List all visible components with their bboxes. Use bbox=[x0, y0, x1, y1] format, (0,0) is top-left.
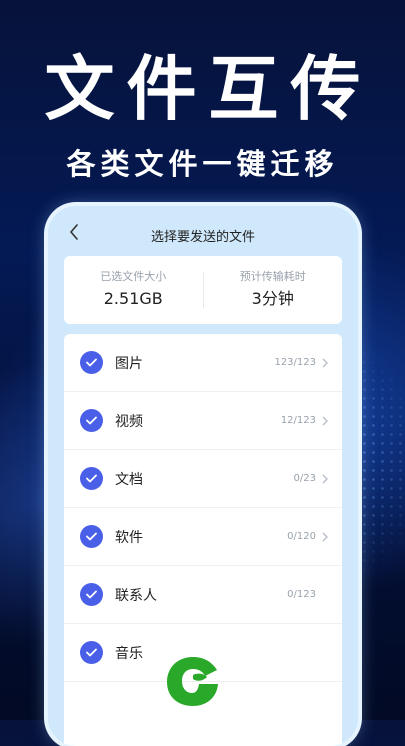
eta-value: 3分钟 bbox=[251, 289, 294, 308]
selected-size-label: 已选文件大小 bbox=[100, 270, 167, 283]
category-row-documents[interactable]: 文档 0/23 bbox=[64, 450, 342, 508]
chevron-right-icon bbox=[320, 415, 330, 427]
category-label: 联系人 bbox=[115, 587, 157, 604]
selected-size-value: 2.51GB bbox=[103, 289, 163, 308]
nav-bar: 选择要发送的文件 bbox=[48, 206, 358, 258]
page-title: 选择要发送的文件 bbox=[150, 230, 255, 245]
transfer-summary-card: 已选文件大小 2.51GB 预计传输耗时 3分钟 bbox=[64, 256, 342, 324]
category-row-images[interactable]: 图片 123/123 bbox=[64, 334, 342, 392]
category-count: 0/123 bbox=[287, 589, 316, 600]
chevron-right-icon bbox=[320, 357, 330, 369]
category-row-videos[interactable]: 视频 12/123 bbox=[64, 392, 342, 450]
chevron-right-icon bbox=[320, 531, 330, 543]
category-row-contacts[interactable]: 联系人 0/123 bbox=[64, 566, 342, 624]
category-label: 视频 bbox=[115, 413, 143, 430]
category-label: 图片 bbox=[115, 355, 143, 372]
category-count: 123/123 bbox=[274, 357, 316, 368]
hero-title: 文件互传 bbox=[44, 48, 373, 130]
leaf-logo-icon bbox=[167, 657, 218, 706]
check-circle-icon[interactable] bbox=[80, 583, 103, 606]
category-label: 文档 bbox=[115, 471, 143, 488]
check-circle-icon[interactable] bbox=[80, 467, 103, 490]
check-circle-icon[interactable] bbox=[80, 351, 103, 374]
eta-label: 预计传输耗时 bbox=[239, 270, 306, 283]
category-count: 0/23 bbox=[293, 473, 316, 484]
chevron-right-icon bbox=[320, 473, 330, 485]
check-circle-icon[interactable] bbox=[80, 641, 103, 664]
eta-stat: 预计传输耗时 3分钟 bbox=[204, 269, 343, 311]
category-count: 0/120 bbox=[287, 531, 316, 542]
category-row-apps[interactable]: 软件 0/120 bbox=[64, 508, 342, 566]
category-count: 12/123 bbox=[280, 415, 316, 426]
check-circle-icon[interactable] bbox=[80, 525, 103, 548]
selected-size-stat: 已选文件大小 2.51GB bbox=[64, 269, 203, 311]
category-label: 软件 bbox=[115, 529, 143, 546]
hero-subtitle: 各类文件一键迁移 bbox=[66, 147, 339, 181]
check-circle-icon[interactable] bbox=[80, 409, 103, 432]
